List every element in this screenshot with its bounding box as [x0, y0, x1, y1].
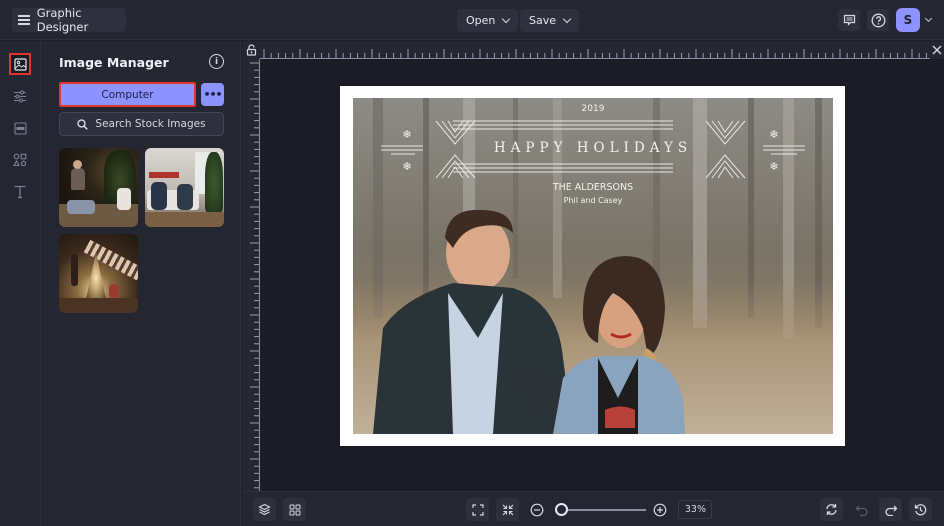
rail-item-adjustments[interactable]: [9, 85, 31, 107]
canvas-workspace[interactable]: ❄ ❄ ❄ ❄ 2019 HAPPY HOLIDAYS THE ALDERSON…: [242, 41, 944, 491]
save-label: Save: [529, 14, 557, 27]
close-icon: [932, 45, 942, 55]
zoom-percentage-field[interactable]: 33%: [678, 500, 712, 519]
rail-item-layouts[interactable]: [9, 117, 31, 139]
expand-icon: [471, 503, 484, 516]
chevron-down-icon: [562, 14, 572, 23]
svg-text:❄: ❄: [402, 160, 411, 173]
panel-title: Image Manager: [59, 55, 169, 70]
zoom-slider-track[interactable]: [561, 509, 646, 511]
history-button[interactable]: [909, 498, 932, 521]
open-dropdown[interactable]: Open: [457, 9, 519, 32]
card-year[interactable]: 2019: [353, 104, 833, 114]
search-stock-images-button[interactable]: Search Stock Images: [59, 112, 224, 136]
comment-icon: [843, 14, 855, 26]
image-thumbnail[interactable]: [59, 234, 138, 313]
shapes-icon: [13, 153, 27, 167]
layers-icon: [258, 503, 271, 516]
rail-item-text[interactable]: [9, 181, 31, 203]
card-family-name[interactable]: THE ALDERSONS: [353, 182, 833, 193]
info-icon[interactable]: i: [209, 54, 224, 69]
top-bar: Graphic Designer Open Save S: [0, 0, 944, 40]
vertical-ruler: [242, 59, 260, 491]
search-icon: [77, 118, 89, 130]
undo-icon: [855, 505, 868, 516]
unlock-icon: [246, 44, 256, 56]
hamburger-icon: [18, 15, 30, 25]
minus-circle-icon: [530, 503, 544, 517]
user-avatar[interactable]: S: [896, 8, 920, 32]
tool-rail: [0, 41, 41, 526]
horizontal-ruler: [260, 41, 930, 59]
design-card[interactable]: ❄ ❄ ❄ ❄ 2019 HAPPY HOLIDAYS THE ALDERSON…: [340, 86, 845, 446]
image-icon: [13, 57, 27, 71]
svg-text:❄: ❄: [769, 160, 778, 173]
ruler-lock-button[interactable]: [242, 41, 260, 59]
help-icon: [871, 13, 885, 27]
zoom-out-button[interactable]: [530, 502, 544, 521]
app-menu-button[interactable]: Graphic Designer: [12, 6, 126, 34]
fit-to-screen-button[interactable]: [466, 498, 489, 521]
undo-button[interactable]: [850, 498, 873, 521]
redo-button[interactable]: [879, 498, 902, 521]
rail-item-shapes[interactable]: [9, 149, 31, 171]
feedback-button[interactable]: [838, 9, 860, 31]
bottom-toolbar: 33%: [242, 491, 944, 526]
grid-button[interactable]: [283, 498, 306, 521]
layers-button[interactable]: [253, 498, 276, 521]
card-headline[interactable]: HAPPY HOLIDAYS: [353, 140, 833, 156]
zoom-in-button[interactable]: [653, 502, 667, 521]
zoom-slider-handle[interactable]: [555, 503, 568, 516]
grid-icon: [289, 504, 300, 515]
app-title: Graphic Designer: [36, 6, 89, 34]
rail-item-images[interactable]: [9, 53, 31, 75]
search-stock-label: Search Stock Images: [95, 118, 206, 130]
reset-button[interactable]: [820, 498, 843, 521]
image-manager-panel: Image Manager i Computer ••• Search Stoc…: [41, 41, 241, 526]
redo-icon: [884, 505, 897, 516]
close-rulers-button[interactable]: [930, 41, 944, 59]
text-icon: [14, 185, 26, 199]
card-names[interactable]: Phil and Casey: [353, 196, 833, 205]
image-thumbnail[interactable]: [145, 148, 224, 227]
shrink-icon: [502, 504, 513, 515]
history-icon: [914, 504, 927, 516]
upload-from-computer-button[interactable]: Computer: [59, 82, 196, 107]
chevron-down-icon: [502, 14, 511, 23]
image-thumbnail[interactable]: [59, 148, 138, 227]
layout-icon: [13, 121, 27, 135]
save-dropdown[interactable]: Save: [520, 9, 580, 32]
help-button[interactable]: [867, 9, 889, 31]
refresh-icon: [826, 504, 837, 515]
plus-circle-icon: [653, 503, 667, 517]
sliders-icon: [14, 90, 26, 102]
actual-size-button[interactable]: [496, 498, 519, 521]
more-options-button[interactable]: •••: [201, 83, 224, 106]
open-label: Open: [466, 14, 496, 27]
card-photo[interactable]: ❄ ❄ ❄ ❄ 2019 HAPPY HOLIDAYS THE ALDERSON…: [353, 98, 833, 434]
account-chevron-icon[interactable]: [924, 14, 933, 23]
